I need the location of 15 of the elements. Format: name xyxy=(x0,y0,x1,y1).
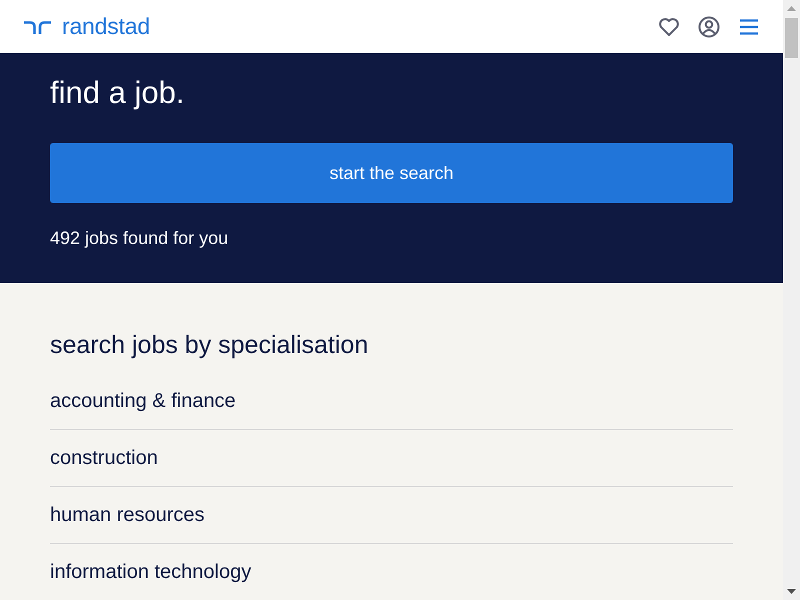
hero-title: find a job. xyxy=(50,74,184,112)
heart-icon[interactable] xyxy=(658,16,680,38)
jobs-count: 492 jobs found for you xyxy=(50,227,228,249)
logo-mark-icon xyxy=(24,20,51,34)
scroll-down-icon[interactable] xyxy=(787,589,796,594)
scrollbar[interactable] xyxy=(783,0,800,600)
specialisation-link[interactable]: accounting & finance xyxy=(50,390,236,412)
search-button[interactable]: start the search xyxy=(50,143,733,203)
section-heading: search jobs by specialisation xyxy=(50,330,368,361)
specialisation-link[interactable]: construction xyxy=(50,447,158,469)
specialisation-link[interactable]: information technology xyxy=(50,561,252,583)
scrollbar-thumb[interactable] xyxy=(785,18,798,58)
brand-logo[interactable]: randstad xyxy=(62,15,150,38)
specialisation-link[interactable]: human resources xyxy=(50,504,205,526)
user-icon[interactable] xyxy=(698,16,720,38)
